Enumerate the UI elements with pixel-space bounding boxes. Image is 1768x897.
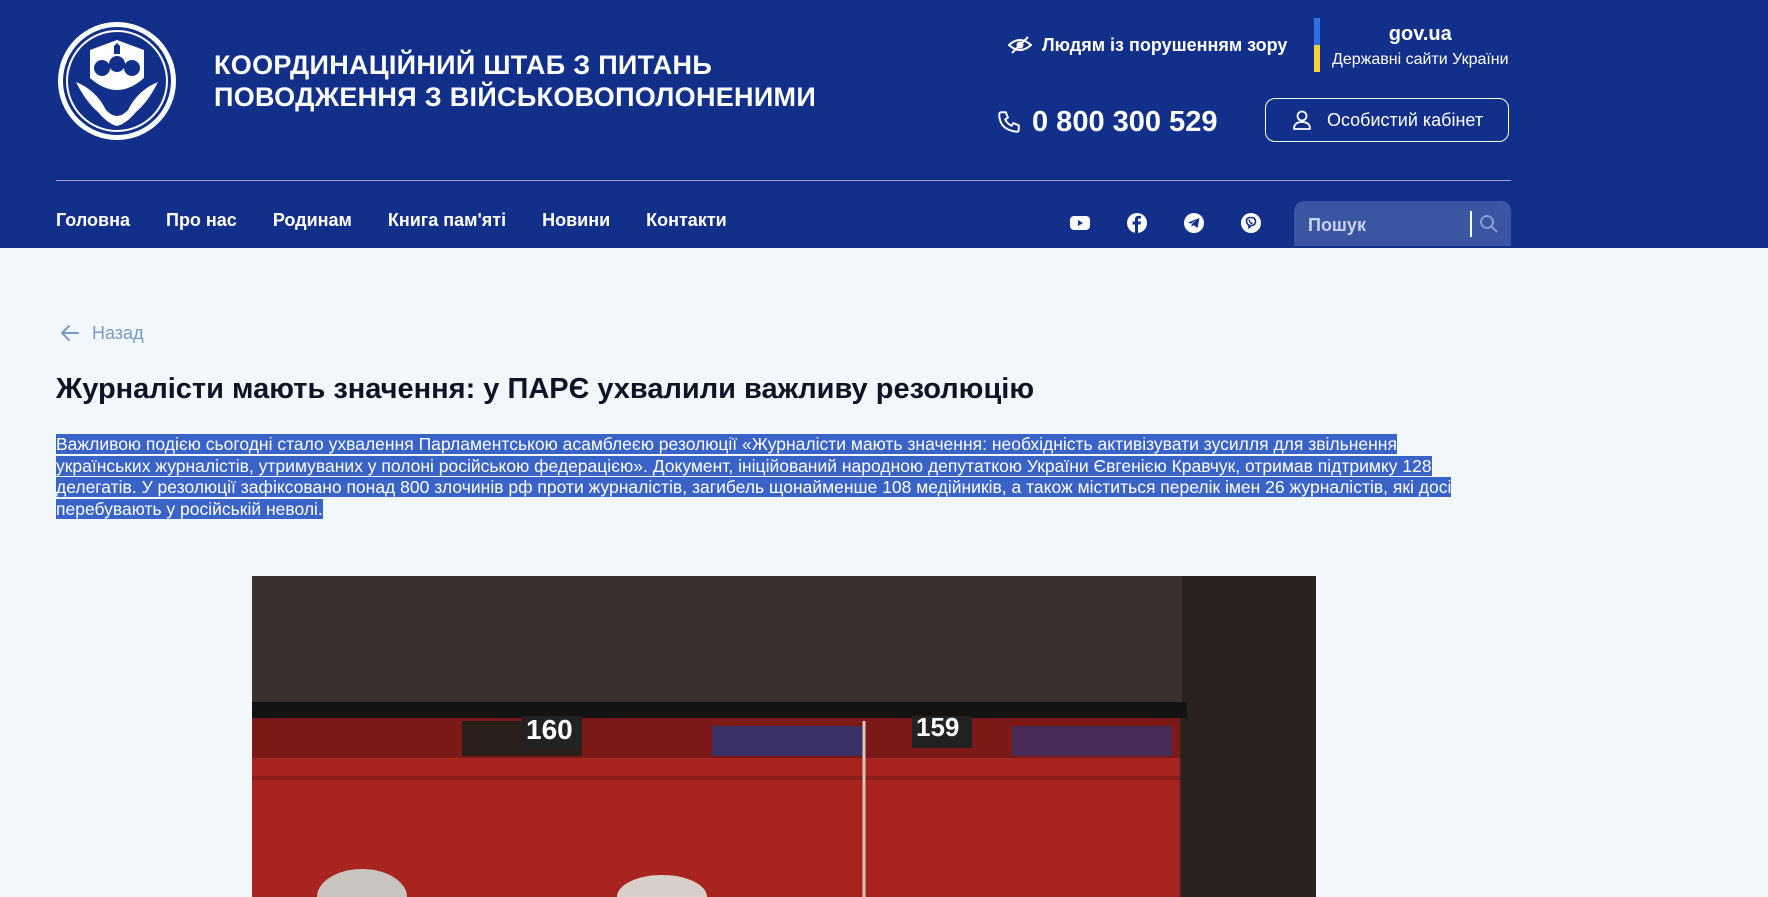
nav-item-memory-book[interactable]: Книга пам'яті [388, 210, 506, 236]
main-navigation: Головна Про нас Родинам Книга пам'яті Но… [56, 210, 727, 236]
viber-icon[interactable] [1239, 211, 1263, 235]
eye-icon [1008, 36, 1032, 54]
nav-item-families[interactable]: Родинам [273, 210, 352, 236]
header-divider [56, 180, 1511, 181]
article-lead-text: Важливою подією сьогодні стало ухвалення… [56, 434, 1452, 519]
nav-item-about[interactable]: Про нас [166, 210, 237, 236]
article-title: Журналісти мають значення: у ПАРЄ ухвали… [56, 373, 1035, 405]
gov-ua-subtitle: Державні сайти України [1332, 51, 1509, 68]
site-header: Координаційний штаб з питань поводження … [0, 0, 1768, 248]
visually-impaired-link[interactable]: Людям із порушенням зору [1008, 32, 1287, 58]
nav-item-news[interactable]: Новини [542, 210, 610, 236]
site-title-line-2: поводження з військовополоненими [214, 82, 817, 112]
gov-ua-name: gov.ua [1388, 23, 1452, 45]
hotline-phone[interactable]: 0 800 300 529 [996, 100, 1217, 144]
user-icon [1293, 110, 1311, 130]
article-photo: 160 159 [252, 576, 1316, 897]
coordination-headquarters-logo[interactable] [56, 20, 178, 142]
arrow-left-icon [61, 325, 79, 341]
visually-impaired-label: Людям із порушенням зору [1042, 34, 1288, 55]
personal-cabinet-button[interactable]: Особистий кабінет [1265, 98, 1509, 142]
social-links [1068, 211, 1263, 235]
back-label: Назад [92, 322, 144, 343]
facebook-icon[interactable] [1125, 211, 1149, 235]
gov-ua-link[interactable]: gov.ua Державні сайти України [1314, 18, 1509, 72]
search-icon[interactable] [1479, 214, 1499, 234]
youtube-icon[interactable] [1068, 211, 1092, 235]
seat-number-160: 160 [526, 714, 573, 745]
back-link[interactable]: Назад [60, 321, 144, 345]
telegram-icon[interactable] [1182, 211, 1206, 235]
personal-cabinet-label: Особистий кабінет [1326, 109, 1484, 130]
site-title-line-1: Координаційний штаб з питань [214, 50, 713, 80]
phone-icon [998, 111, 1020, 133]
seat-number-159: 159 [916, 712, 959, 742]
nav-item-home[interactable]: Головна [56, 210, 130, 236]
nav-item-contacts[interactable]: Контакти [646, 210, 727, 236]
site-title[interactable]: Координаційний штаб з питань поводження … [214, 49, 816, 113]
ukraine-flag-icon [1314, 18, 1320, 72]
search-box [1294, 201, 1511, 246]
phone-number: 0 800 300 529 [1032, 105, 1218, 138]
text-cursor [1470, 211, 1472, 237]
search-input[interactable] [1306, 211, 1470, 239]
article-lead: Важливою подією сьогодні стало ухвалення… [56, 434, 1476, 520]
